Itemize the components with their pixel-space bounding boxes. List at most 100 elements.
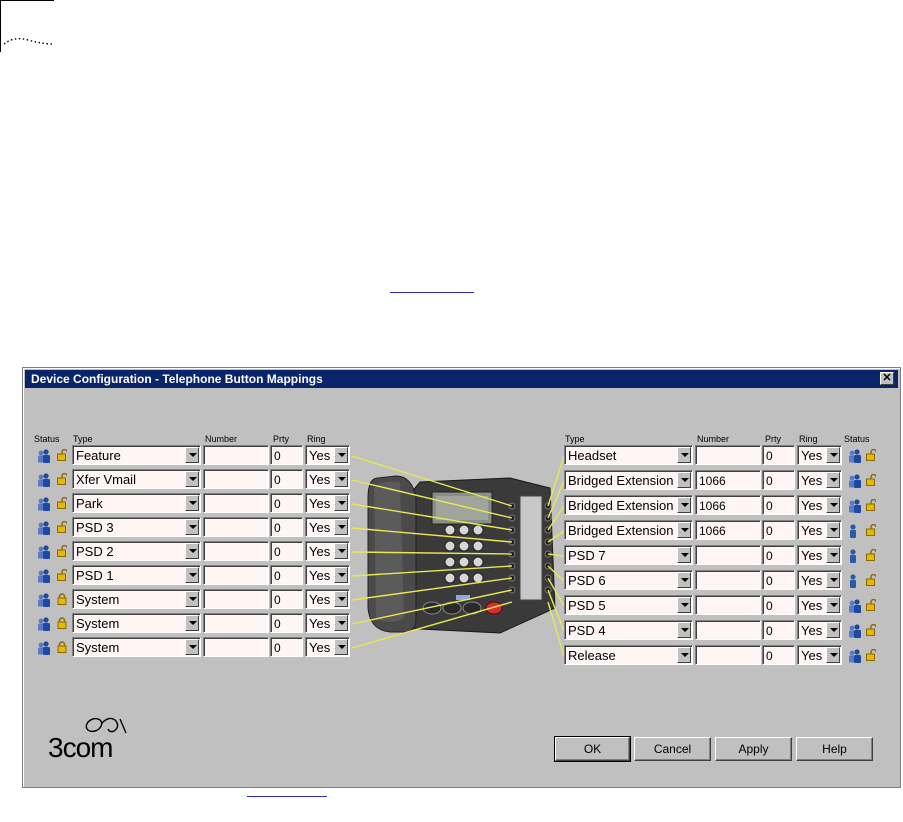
right-type-select[interactable]: Headset — [564, 445, 693, 465]
right-number-field[interactable] — [695, 570, 761, 590]
right-row: Bridged Extension 1066 0 Yes — [0, 470, 903, 490]
chevron-down-icon[interactable] — [677, 547, 691, 563]
right-row: Headset 0 Yes — [0, 445, 903, 465]
right-ring-value: Yes — [801, 623, 823, 638]
chevron-down-icon[interactable] — [826, 522, 840, 538]
right-ring-value: Yes — [801, 648, 823, 663]
right-prty-field[interactable]: 0 — [762, 620, 795, 640]
unlocked-icon[interactable] — [866, 648, 877, 664]
chevron-down-icon[interactable] — [677, 647, 691, 663]
right-number-field[interactable]: 1066 — [695, 470, 761, 490]
right-ring-select[interactable]: Yes — [797, 520, 842, 540]
chevron-down-icon[interactable] — [826, 497, 840, 513]
right-ring-select[interactable]: Yes — [797, 445, 842, 465]
right-prty-field[interactable]: 0 — [762, 520, 795, 540]
unlocked-icon[interactable] — [866, 448, 877, 464]
right-prty-value: 0 — [766, 449, 773, 463]
right-ring-select[interactable]: Yes — [797, 545, 842, 565]
unlocked-icon[interactable] — [866, 623, 877, 639]
chevron-down-icon[interactable] — [826, 547, 840, 563]
right-prty-field[interactable]: 0 — [762, 595, 795, 615]
right-type-value: Release — [568, 648, 616, 663]
unlocked-icon[interactable] — [866, 598, 877, 614]
chevron-down-icon[interactable] — [677, 447, 691, 463]
right-type-select[interactable]: PSD 4 — [564, 620, 693, 640]
unlocked-icon[interactable] — [866, 498, 877, 514]
right-prty-field[interactable]: 0 — [762, 445, 795, 465]
chevron-down-icon[interactable] — [826, 647, 840, 663]
right-prty-value: 0 — [766, 649, 773, 663]
right-ring-select[interactable]: Yes — [797, 495, 842, 515]
right-type-select[interactable]: Release — [564, 645, 693, 665]
unlocked-icon[interactable] — [866, 473, 877, 489]
right-row: Release 0 Yes — [0, 645, 903, 665]
right-type-select[interactable]: Bridged Extension — [564, 470, 693, 490]
right-type-select[interactable]: PSD 6 — [564, 570, 693, 590]
right-prty-field[interactable]: 0 — [762, 645, 795, 665]
right-number-value: 1066 — [699, 474, 726, 488]
user-icon — [848, 524, 858, 541]
right-type-value: Headset — [568, 448, 617, 463]
help-button[interactable]: Help — [796, 737, 873, 761]
cancel-button[interactable]: Cancel — [634, 737, 711, 761]
3com-logo: 3com — [48, 732, 113, 763]
right-type-select[interactable]: Bridged Extension — [564, 520, 693, 540]
right-number-field[interactable] — [695, 595, 761, 615]
right-type-select[interactable]: Bridged Extension — [564, 495, 693, 515]
right-ring-select[interactable]: Yes — [797, 470, 842, 490]
right-type-value: PSD 4 — [568, 623, 606, 638]
right-ring-value: Yes — [801, 523, 823, 538]
right-prty-field[interactable]: 0 — [762, 495, 795, 515]
users-icon — [848, 449, 862, 466]
unlocked-icon[interactable] — [866, 523, 877, 539]
right-type-select[interactable]: PSD 7 — [564, 545, 693, 565]
apply-button[interactable]: Apply — [715, 737, 792, 761]
chevron-down-icon[interactable] — [677, 622, 691, 638]
chevron-down-icon[interactable] — [826, 622, 840, 638]
right-row: PSD 7 0 Yes — [0, 545, 903, 565]
chevron-down-icon[interactable] — [826, 447, 840, 463]
right-prty-value: 0 — [766, 549, 773, 563]
right-number-field[interactable] — [695, 645, 761, 665]
right-number-field[interactable]: 1066 — [695, 520, 761, 540]
ok-button[interactable]: OK — [554, 736, 631, 762]
right-row: PSD 6 0 Yes — [0, 570, 903, 590]
right-prty-value: 0 — [766, 499, 773, 513]
unlocked-icon[interactable] — [866, 573, 877, 589]
right-number-field[interactable] — [695, 620, 761, 640]
right-row: Bridged Extension 1066 0 Yes — [0, 520, 903, 540]
right-prty-field[interactable]: 0 — [762, 545, 795, 565]
right-type-value: PSD 6 — [568, 573, 606, 588]
right-ring-select[interactable]: Yes — [797, 570, 842, 590]
chevron-down-icon[interactable] — [677, 597, 691, 613]
users-icon — [848, 624, 862, 641]
right-prty-value: 0 — [766, 624, 773, 638]
users-icon — [848, 474, 862, 491]
chevron-down-icon[interactable] — [677, 497, 691, 513]
right-number-field[interactable]: 1066 — [695, 495, 761, 515]
right-ring-value: Yes — [801, 598, 823, 613]
right-number-field[interactable] — [695, 545, 761, 565]
right-type-value: Bridged Extension — [568, 523, 674, 538]
right-ring-select[interactable]: Yes — [797, 620, 842, 640]
right-ring-select[interactable]: Yes — [797, 645, 842, 665]
right-prty-value: 0 — [766, 524, 773, 538]
users-icon — [848, 649, 862, 666]
chevron-down-icon[interactable] — [677, 522, 691, 538]
right-ring-value: Yes — [801, 473, 823, 488]
chevron-down-icon[interactable] — [826, 472, 840, 488]
right-number-field[interactable] — [695, 445, 761, 465]
unlocked-icon[interactable] — [866, 548, 877, 564]
chevron-down-icon[interactable] — [826, 597, 840, 613]
chevron-down-icon[interactable] — [677, 472, 691, 488]
right-number-value: 1066 — [699, 524, 726, 538]
right-prty-field[interactable]: 0 — [762, 570, 795, 590]
chevron-down-icon[interactable] — [677, 572, 691, 588]
right-type-value: PSD 5 — [568, 598, 606, 613]
right-prty-field[interactable]: 0 — [762, 470, 795, 490]
right-row: PSD 5 0 Yes — [0, 595, 903, 615]
chevron-down-icon[interactable] — [826, 572, 840, 588]
right-ring-select[interactable]: Yes — [797, 595, 842, 615]
button-connector-lines — [351, 455, 565, 657]
right-type-select[interactable]: PSD 5 — [564, 595, 693, 615]
